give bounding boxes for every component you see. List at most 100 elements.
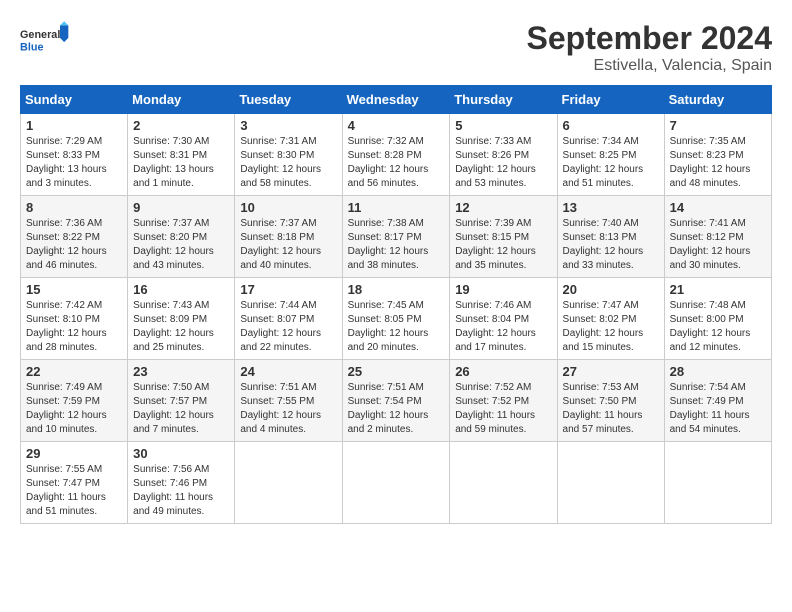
calendar-cell: 15 Sunrise: 7:42 AM Sunset: 8:10 PM Dayl… <box>21 278 128 360</box>
day-number: 26 <box>455 364 551 379</box>
day-info: Sunrise: 7:32 AM Sunset: 8:28 PM Dayligh… <box>348 135 445 191</box>
calendar-cell: 8 Sunrise: 7:36 AM Sunset: 8:22 PM Dayli… <box>21 196 128 278</box>
calendar-table: SundayMondayTuesdayWednesdayThursdayFrid… <box>20 85 772 524</box>
calendar-cell: 20 Sunrise: 7:47 AM Sunset: 8:02 PM Dayl… <box>557 278 664 360</box>
calendar-cell: 4 Sunrise: 7:32 AM Sunset: 8:28 PM Dayli… <box>342 114 450 196</box>
day-info: Sunrise: 7:40 AM Sunset: 8:13 PM Dayligh… <box>563 217 659 273</box>
calendar-cell: 19 Sunrise: 7:46 AM Sunset: 8:04 PM Dayl… <box>450 278 557 360</box>
day-info: Sunrise: 7:36 AM Sunset: 8:22 PM Dayligh… <box>26 217 122 273</box>
calendar-cell: 25 Sunrise: 7:51 AM Sunset: 7:54 PM Dayl… <box>342 360 450 442</box>
svg-text:Blue: Blue <box>20 41 43 53</box>
calendar-cell: 6 Sunrise: 7:34 AM Sunset: 8:25 PM Dayli… <box>557 114 664 196</box>
day-number: 2 <box>133 118 229 133</box>
day-number: 11 <box>348 200 445 215</box>
day-info: Sunrise: 7:47 AM Sunset: 8:02 PM Dayligh… <box>563 299 659 355</box>
day-number: 7 <box>670 118 766 133</box>
day-header-saturday: Saturday <box>664 86 771 114</box>
day-number: 20 <box>563 282 659 297</box>
day-number: 23 <box>133 364 229 379</box>
calendar-cell: 28 Sunrise: 7:54 AM Sunset: 7:49 PM Dayl… <box>664 360 771 442</box>
day-number: 9 <box>133 200 229 215</box>
calendar-week-row: 1 Sunrise: 7:29 AM Sunset: 8:33 PM Dayli… <box>21 114 772 196</box>
calendar-cell: 21 Sunrise: 7:48 AM Sunset: 8:00 PM Dayl… <box>664 278 771 360</box>
day-info: Sunrise: 7:30 AM Sunset: 8:31 PM Dayligh… <box>133 135 229 191</box>
day-info: Sunrise: 7:42 AM Sunset: 8:10 PM Dayligh… <box>26 299 122 355</box>
day-info: Sunrise: 7:35 AM Sunset: 8:23 PM Dayligh… <box>670 135 766 191</box>
day-info: Sunrise: 7:37 AM Sunset: 8:20 PM Dayligh… <box>133 217 229 273</box>
day-number: 28 <box>670 364 766 379</box>
day-info: Sunrise: 7:44 AM Sunset: 8:07 PM Dayligh… <box>240 299 336 355</box>
day-number: 15 <box>26 282 122 297</box>
day-number: 6 <box>563 118 659 133</box>
day-number: 14 <box>670 200 766 215</box>
day-info: Sunrise: 7:49 AM Sunset: 7:59 PM Dayligh… <box>26 381 122 437</box>
day-info: Sunrise: 7:39 AM Sunset: 8:15 PM Dayligh… <box>455 217 551 273</box>
day-number: 19 <box>455 282 551 297</box>
day-info: Sunrise: 7:50 AM Sunset: 7:57 PM Dayligh… <box>133 381 229 437</box>
day-number: 1 <box>26 118 122 133</box>
day-info: Sunrise: 7:55 AM Sunset: 7:47 PM Dayligh… <box>26 463 122 519</box>
day-number: 27 <box>563 364 659 379</box>
calendar-week-row: 22 Sunrise: 7:49 AM Sunset: 7:59 PM Dayl… <box>21 360 772 442</box>
calendar-cell: 30 Sunrise: 7:56 AM Sunset: 7:46 PM Dayl… <box>128 442 235 524</box>
calendar-header-row: SundayMondayTuesdayWednesdayThursdayFrid… <box>21 86 772 114</box>
day-header-wednesday: Wednesday <box>342 86 450 114</box>
day-info: Sunrise: 7:52 AM Sunset: 7:52 PM Dayligh… <box>455 381 551 437</box>
calendar-cell: 23 Sunrise: 7:50 AM Sunset: 7:57 PM Dayl… <box>128 360 235 442</box>
calendar-cell <box>664 442 771 524</box>
day-number: 10 <box>240 200 336 215</box>
month-title: September 2024 <box>527 20 772 57</box>
day-number: 17 <box>240 282 336 297</box>
calendar-cell: 5 Sunrise: 7:33 AM Sunset: 8:26 PM Dayli… <box>450 114 557 196</box>
day-header-monday: Monday <box>128 86 235 114</box>
calendar-cell: 26 Sunrise: 7:52 AM Sunset: 7:52 PM Dayl… <box>450 360 557 442</box>
calendar-cell: 22 Sunrise: 7:49 AM Sunset: 7:59 PM Dayl… <box>21 360 128 442</box>
day-info: Sunrise: 7:54 AM Sunset: 7:49 PM Dayligh… <box>670 381 766 437</box>
day-info: Sunrise: 7:37 AM Sunset: 8:18 PM Dayligh… <box>240 217 336 273</box>
day-info: Sunrise: 7:29 AM Sunset: 8:33 PM Dayligh… <box>26 135 122 191</box>
calendar-cell: 16 Sunrise: 7:43 AM Sunset: 8:09 PM Dayl… <box>128 278 235 360</box>
calendar-cell: 12 Sunrise: 7:39 AM Sunset: 8:15 PM Dayl… <box>450 196 557 278</box>
day-number: 8 <box>26 200 122 215</box>
day-info: Sunrise: 7:48 AM Sunset: 8:00 PM Dayligh… <box>670 299 766 355</box>
calendar-cell: 29 Sunrise: 7:55 AM Sunset: 7:47 PM Dayl… <box>21 442 128 524</box>
day-info: Sunrise: 7:56 AM Sunset: 7:46 PM Dayligh… <box>133 463 229 519</box>
calendar-cell: 10 Sunrise: 7:37 AM Sunset: 8:18 PM Dayl… <box>235 196 342 278</box>
calendar-cell <box>557 442 664 524</box>
calendar-cell: 11 Sunrise: 7:38 AM Sunset: 8:17 PM Dayl… <box>342 196 450 278</box>
day-header-tuesday: Tuesday <box>235 86 342 114</box>
location-title: Estivella, Valencia, Spain <box>527 57 772 75</box>
day-header-friday: Friday <box>557 86 664 114</box>
day-info: Sunrise: 7:41 AM Sunset: 8:12 PM Dayligh… <box>670 217 766 273</box>
day-number: 21 <box>670 282 766 297</box>
day-info: Sunrise: 7:51 AM Sunset: 7:54 PM Dayligh… <box>348 381 445 437</box>
day-number: 18 <box>348 282 445 297</box>
svg-text:General: General <box>20 29 60 41</box>
day-info: Sunrise: 7:51 AM Sunset: 7:55 PM Dayligh… <box>240 381 336 437</box>
calendar-cell: 13 Sunrise: 7:40 AM Sunset: 8:13 PM Dayl… <box>557 196 664 278</box>
day-header-sunday: Sunday <box>21 86 128 114</box>
day-number: 22 <box>26 364 122 379</box>
day-number: 29 <box>26 446 122 461</box>
day-number: 13 <box>563 200 659 215</box>
logo: General Blue <box>20 20 70 60</box>
day-number: 30 <box>133 446 229 461</box>
calendar-cell: 18 Sunrise: 7:45 AM Sunset: 8:05 PM Dayl… <box>342 278 450 360</box>
day-header-thursday: Thursday <box>450 86 557 114</box>
day-info: Sunrise: 7:45 AM Sunset: 8:05 PM Dayligh… <box>348 299 445 355</box>
day-info: Sunrise: 7:31 AM Sunset: 8:30 PM Dayligh… <box>240 135 336 191</box>
calendar-cell: 9 Sunrise: 7:37 AM Sunset: 8:20 PM Dayli… <box>128 196 235 278</box>
calendar-cell: 2 Sunrise: 7:30 AM Sunset: 8:31 PM Dayli… <box>128 114 235 196</box>
calendar-week-row: 15 Sunrise: 7:42 AM Sunset: 8:10 PM Dayl… <box>21 278 772 360</box>
day-info: Sunrise: 7:46 AM Sunset: 8:04 PM Dayligh… <box>455 299 551 355</box>
page-header: General Blue September 2024 Estivella, V… <box>20 20 772 75</box>
calendar-cell: 1 Sunrise: 7:29 AM Sunset: 8:33 PM Dayli… <box>21 114 128 196</box>
calendar-cell: 17 Sunrise: 7:44 AM Sunset: 8:07 PM Dayl… <box>235 278 342 360</box>
calendar-cell <box>450 442 557 524</box>
day-info: Sunrise: 7:34 AM Sunset: 8:25 PM Dayligh… <box>563 135 659 191</box>
day-number: 24 <box>240 364 336 379</box>
day-number: 4 <box>348 118 445 133</box>
day-info: Sunrise: 7:33 AM Sunset: 8:26 PM Dayligh… <box>455 135 551 191</box>
calendar-cell: 3 Sunrise: 7:31 AM Sunset: 8:30 PM Dayli… <box>235 114 342 196</box>
day-info: Sunrise: 7:38 AM Sunset: 8:17 PM Dayligh… <box>348 217 445 273</box>
